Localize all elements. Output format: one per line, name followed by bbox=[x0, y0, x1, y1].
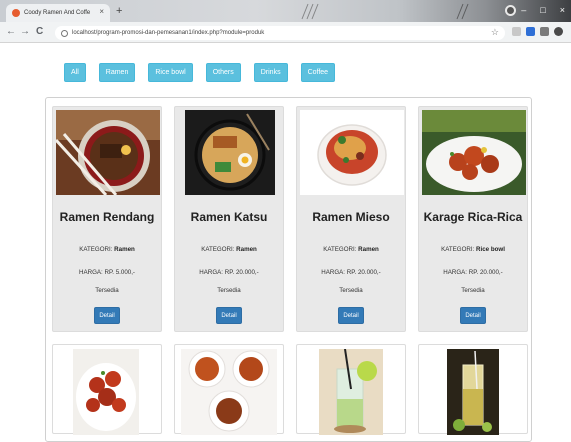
rice-bowl-chicken-image bbox=[73, 349, 139, 435]
profile-icon[interactable] bbox=[505, 5, 516, 16]
product-name: Ramen Rendang bbox=[59, 210, 155, 224]
detail-button[interactable]: Detail bbox=[460, 307, 486, 324]
product-name: Ramen Mieso bbox=[312, 210, 390, 224]
category-filters: All Ramen Rice bowl Others Drinks Coffee bbox=[64, 63, 336, 82]
bookmark-star-icon[interactable]: ☆ bbox=[491, 27, 499, 38]
ramen-mieso-image bbox=[300, 110, 404, 195]
detail-button[interactable]: Detail bbox=[216, 307, 242, 324]
product-card bbox=[52, 344, 162, 435]
product-card bbox=[418, 344, 528, 435]
filter-coffee-button[interactable]: Coffee bbox=[300, 63, 336, 82]
maximize-button[interactable]: □ bbox=[540, 5, 545, 15]
new-tab-button[interactable]: + bbox=[116, 5, 122, 17]
site-info-icon[interactable] bbox=[61, 29, 68, 37]
lime-drink-image bbox=[319, 349, 383, 435]
extension-icon[interactable] bbox=[526, 27, 535, 36]
product-name: Karage Rica-Rica bbox=[423, 210, 523, 224]
product-category: KATEGORI: Ramen bbox=[79, 246, 135, 253]
product-card bbox=[296, 344, 406, 435]
product-card: Karage Rica-Rica KATEGORI: Rice bowl HAR… bbox=[418, 106, 528, 332]
three-bowls-image bbox=[181, 349, 277, 435]
ramen-rendang-image bbox=[56, 110, 160, 195]
reload-button[interactable]: C bbox=[36, 26, 43, 37]
product-name: Ramen Katsu bbox=[190, 210, 268, 224]
ramen-katsu-image bbox=[185, 110, 275, 195]
product-status: Tersedia bbox=[217, 287, 241, 294]
browser-tabbar: Coody Ramen And Coffe × + – □ × bbox=[0, 0, 571, 22]
extension-icon[interactable] bbox=[540, 27, 549, 36]
decorative-sketch-icon bbox=[456, 3, 469, 20]
minimize-button[interactable]: – bbox=[521, 5, 526, 15]
extension-icon[interactable] bbox=[512, 27, 521, 36]
tab-title: Coody Ramen And Coffe bbox=[24, 10, 91, 16]
detail-button[interactable]: Detail bbox=[94, 307, 120, 324]
account-icon[interactable] bbox=[554, 27, 563, 36]
decorative-sketch-icon bbox=[301, 3, 319, 20]
browser-tab[interactable]: Coody Ramen And Coffe × bbox=[6, 4, 110, 22]
browser-toolbar: ← → C localhost/program-promosi-dan-peme… bbox=[0, 22, 571, 43]
product-price: HARGA: RP. 20.000,- bbox=[199, 269, 259, 276]
product-price: HARGA: RP. 20.000,- bbox=[443, 269, 503, 276]
forward-button[interactable]: → bbox=[20, 26, 30, 37]
product-category: KATEGORI: Rice bowl bbox=[441, 246, 505, 253]
product-card bbox=[174, 344, 284, 435]
filter-all-button[interactable]: All bbox=[64, 63, 86, 82]
product-category: KATEGORI: Ramen bbox=[323, 246, 379, 253]
product-price: HARGA: RP. 5.000,- bbox=[79, 269, 135, 276]
product-category: KATEGORI: Ramen bbox=[201, 246, 257, 253]
filter-drinks-button[interactable]: Drinks bbox=[253, 63, 288, 82]
product-status: Tersedia bbox=[95, 287, 119, 294]
close-window-button[interactable]: × bbox=[560, 5, 565, 15]
filter-ramen-button[interactable]: Ramen bbox=[98, 63, 136, 82]
iced-drink-image bbox=[447, 349, 499, 435]
filter-rice-bowl-button[interactable]: Rice bowl bbox=[148, 63, 193, 82]
karage-rica-rica-image bbox=[422, 110, 526, 195]
site-favicon-icon bbox=[12, 9, 20, 17]
address-bar[interactable]: localhost/program-promosi-dan-pemesanan1… bbox=[55, 26, 505, 40]
product-status: Tersedia bbox=[339, 287, 363, 294]
product-card: Ramen Rendang KATEGORI: Ramen HARGA: RP.… bbox=[52, 106, 162, 332]
product-status: Tersedia bbox=[461, 287, 485, 294]
url-text: localhost/program-promosi-dan-pemesanan1… bbox=[72, 30, 265, 36]
back-button[interactable]: ← bbox=[6, 26, 16, 37]
product-panel: Ramen Rendang KATEGORI: Ramen HARGA: RP.… bbox=[45, 97, 532, 442]
product-card: Ramen Katsu KATEGORI: Ramen HARGA: RP. 2… bbox=[174, 106, 284, 332]
tab-close-icon[interactable]: × bbox=[99, 7, 104, 16]
filter-others-button[interactable]: Others bbox=[205, 63, 241, 82]
product-price: HARGA: RP. 20.000,- bbox=[321, 269, 381, 276]
detail-button[interactable]: Detail bbox=[338, 307, 364, 324]
product-card: Ramen Mieso KATEGORI: Ramen HARGA: RP. 2… bbox=[296, 106, 406, 332]
